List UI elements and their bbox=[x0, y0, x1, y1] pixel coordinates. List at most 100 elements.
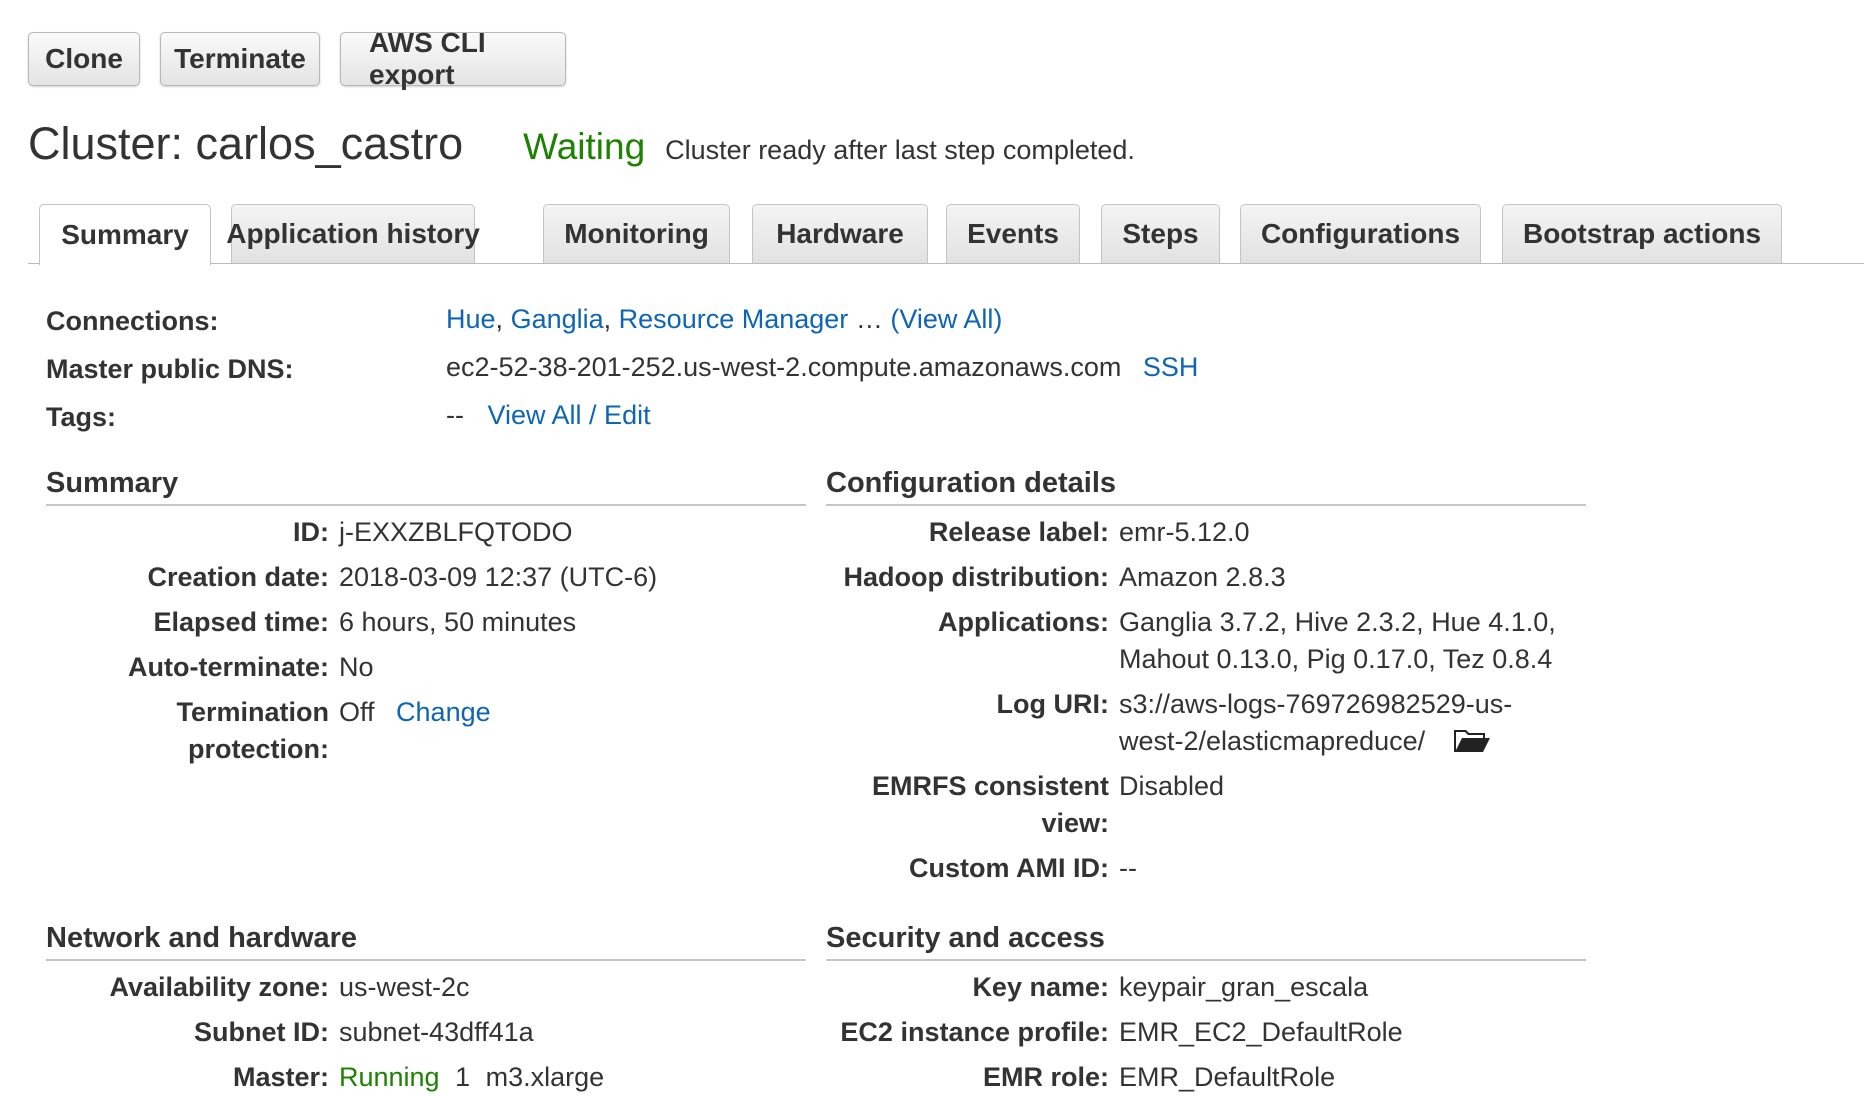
tabs-divider bbox=[28, 263, 1864, 264]
tab-monitoring[interactable]: Monitoring bbox=[543, 204, 730, 263]
master-node-count: 1 bbox=[455, 1062, 471, 1092]
summary-section-title: Summary bbox=[46, 467, 806, 506]
log-uri-line1: s3://aws-logs-769726982529-us- bbox=[1119, 689, 1513, 719]
auto-terminate-row: Auto-terminate: No bbox=[46, 649, 806, 686]
subnet-id-label: Subnet ID: bbox=[194, 1017, 329, 1047]
log-uri-line2-text: west-2/elasticmapreduce/ bbox=[1119, 726, 1426, 756]
availability-zone-row: Availability zone: us-west-2c bbox=[46, 969, 806, 1006]
termination-protection-label-line2: protection: bbox=[188, 734, 329, 764]
open-folder-icon[interactable] bbox=[1453, 726, 1491, 754]
tab-events[interactable]: Events bbox=[946, 204, 1080, 263]
tags-empty-value: -- bbox=[446, 400, 464, 430]
ec2-instance-profile-label: EC2 instance profile: bbox=[840, 1017, 1109, 1047]
creation-date-row: Creation date: 2018-03-09 12:37 (UTC-6) bbox=[46, 559, 806, 596]
summary-section: Summary ID: j-EXXZBLFQTODO Creation date… bbox=[46, 467, 806, 768]
cluster-status: Waiting bbox=[523, 126, 646, 167]
page-title: Cluster: carlos_castro bbox=[28, 118, 464, 169]
terminate-button[interactable]: Terminate bbox=[160, 32, 320, 86]
configuration-section-title: Configuration details bbox=[826, 467, 1586, 506]
applications-line2: Mahout 0.13.0, Pig 0.17.0, Tez 0.8.4 bbox=[1119, 644, 1553, 674]
master-node-status: Running bbox=[339, 1062, 440, 1092]
hue-link[interactable]: Hue bbox=[446, 304, 496, 334]
custom-ami-value: -- bbox=[1119, 853, 1137, 883]
ssh-link[interactable]: SSH bbox=[1143, 352, 1199, 382]
cluster-id-row: ID: j-EXXZBLFQTODO bbox=[46, 514, 806, 551]
termination-protection-row: Termination protection: Off Change bbox=[46, 694, 806, 768]
creation-date-label: Creation date: bbox=[147, 562, 329, 592]
hadoop-distribution-value: Amazon 2.8.3 bbox=[1119, 562, 1286, 592]
elapsed-time-label: Elapsed time: bbox=[153, 607, 329, 637]
ellipsis: … bbox=[855, 304, 883, 334]
view-edit-tags-link[interactable]: View All / Edit bbox=[488, 400, 651, 430]
aws-cli-export-button[interactable]: AWS CLI export bbox=[340, 27, 566, 90]
comma-separator: , bbox=[495, 304, 504, 334]
release-label-row: Release label: emr-5.12.0 bbox=[826, 514, 1586, 551]
tags-value: -- View All / Edit bbox=[446, 400, 651, 431]
creation-date-value: 2018-03-09 12:37 (UTC-6) bbox=[339, 562, 658, 592]
master-node-label: Master: bbox=[232, 1062, 329, 1092]
key-name-row: Key name: keypair_gran_escala bbox=[826, 969, 1586, 1006]
emrfs-label: EMRFS consistent view: bbox=[826, 768, 1119, 842]
applications-line1: Ganglia 3.7.2, Hive 2.3.2, Hue 4.1.0, bbox=[1119, 607, 1556, 637]
applications-value: Ganglia 3.7.2, Hive 2.3.2, Hue 4.1.0, Ma… bbox=[1119, 604, 1556, 678]
key-name-label: Key name: bbox=[972, 972, 1109, 1002]
tab-steps[interactable]: Steps bbox=[1101, 204, 1220, 263]
subnet-id-link[interactable]: subnet-43dff41a bbox=[339, 1014, 534, 1051]
custom-ami-label: Custom AMI ID: bbox=[909, 853, 1109, 883]
master-node-type: m3.xlarge bbox=[485, 1062, 605, 1092]
tags-label: Tags: bbox=[46, 402, 117, 432]
cluster-header: Cluster: carlos_castro Waiting Cluster r… bbox=[28, 118, 1135, 170]
emr-role-value: EMR_DefaultRole bbox=[1119, 1062, 1336, 1092]
log-uri-value: s3://aws-logs-769726982529-us- west-2/el… bbox=[1119, 686, 1512, 760]
emr-role-label: EMR role: bbox=[982, 1062, 1109, 1092]
applications-row: Applications: Ganglia 3.7.2, Hive 2.3.2,… bbox=[826, 604, 1586, 678]
cluster-status-message: Cluster ready after last step completed. bbox=[665, 135, 1135, 165]
emr-role-row: EMR role: EMR_DefaultRole bbox=[826, 1059, 1586, 1096]
cluster-toolbar: Clone Terminate AWS CLI export bbox=[28, 27, 566, 90]
elapsed-time-value: 6 hours, 50 minutes bbox=[339, 607, 577, 637]
termination-protection-label: Termination protection: bbox=[46, 694, 339, 768]
tab-application-history[interactable]: Application history bbox=[226, 204, 480, 263]
connections-value: Hue, Ganglia, Resource Manager … (View A… bbox=[446, 304, 1002, 335]
ganglia-link[interactable]: Ganglia bbox=[511, 304, 604, 334]
subnet-id-row: Subnet ID: subnet-43dff41a bbox=[46, 1014, 806, 1051]
cluster-id-label: ID: bbox=[293, 517, 329, 547]
applications-label: Applications: bbox=[937, 607, 1109, 637]
termination-protection-value: Off Change bbox=[339, 694, 491, 768]
ec2-instance-profile-value: EMR_EC2_DefaultRole bbox=[1119, 1017, 1403, 1047]
comma-separator: , bbox=[603, 304, 612, 334]
master-dns-value: ec2-52-38-201-252.us-west-2.compute.amaz… bbox=[446, 352, 1198, 383]
log-uri-label: Log URI: bbox=[996, 689, 1109, 719]
view-all-connections-link[interactable]: (View All) bbox=[890, 304, 1002, 334]
emrfs-label-line1: EMRFS consistent bbox=[871, 771, 1109, 801]
security-access-section: Security and access Key name: keypair_gr… bbox=[826, 922, 1586, 1096]
cluster-id-value: j-EXXZBLFQTODO bbox=[339, 517, 573, 547]
configuration-details-section: Configuration details Release label: emr… bbox=[826, 467, 1586, 887]
release-label-label: Release label: bbox=[928, 517, 1109, 547]
tab-bootstrap-actions[interactable]: Bootstrap actions bbox=[1502, 204, 1782, 263]
tab-hardware[interactable]: Hardware bbox=[752, 204, 928, 263]
clone-button[interactable]: Clone bbox=[28, 32, 140, 86]
custom-ami-row: Custom AMI ID: -- bbox=[826, 850, 1586, 887]
security-section-title: Security and access bbox=[826, 922, 1586, 961]
hadoop-distribution-label: Hadoop distribution: bbox=[843, 562, 1109, 592]
master-node-row: Master: Running 1 m3.xlarge bbox=[46, 1059, 806, 1096]
resource-manager-link[interactable]: Resource Manager bbox=[619, 304, 849, 334]
termination-protection-state: Off bbox=[339, 697, 375, 727]
network-section-title: Network and hardware bbox=[46, 922, 806, 961]
emrfs-label-line2: view: bbox=[1041, 808, 1109, 838]
tab-configurations[interactable]: Configurations bbox=[1240, 204, 1481, 263]
hadoop-distribution-row: Hadoop distribution: Amazon 2.8.3 bbox=[826, 559, 1586, 596]
auto-terminate-value: No bbox=[339, 652, 374, 682]
tab-summary[interactable]: Summary bbox=[39, 204, 211, 265]
elapsed-time-row: Elapsed time: 6 hours, 50 minutes bbox=[46, 604, 806, 641]
cluster-tabs: Summary Application history Monitoring H… bbox=[28, 204, 1864, 265]
change-termination-protection-link[interactable]: Change bbox=[396, 697, 491, 727]
connections-label: Connections: bbox=[46, 306, 219, 336]
master-node-value: Running 1 m3.xlarge bbox=[339, 1059, 604, 1096]
master-dns-text: ec2-52-38-201-252.us-west-2.compute.amaz… bbox=[446, 352, 1122, 382]
auto-terminate-label: Auto-terminate: bbox=[128, 652, 329, 682]
key-name-value: keypair_gran_escala bbox=[1119, 972, 1369, 1002]
availability-zone-label: Availability zone: bbox=[109, 972, 329, 1002]
network-hardware-section: Network and hardware Availability zone: … bbox=[46, 922, 806, 1096]
